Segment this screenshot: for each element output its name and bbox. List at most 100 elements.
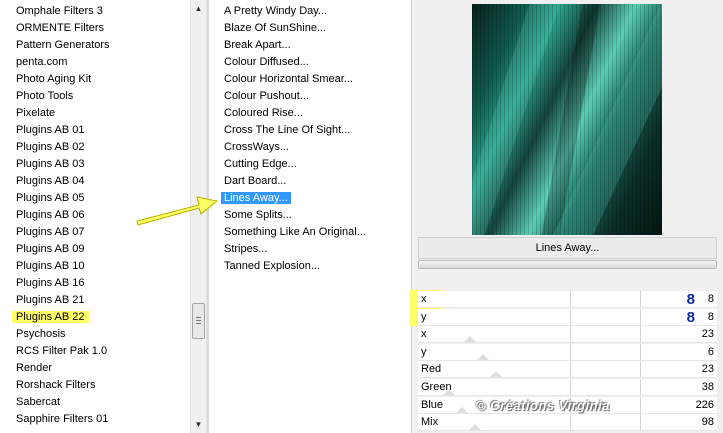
filter-item[interactable]: A Pretty Windy Day...: [224, 3, 327, 20]
filter-item[interactable]: Blaze Of SunShine...: [224, 20, 326, 37]
category-item[interactable]: Psychosis: [16, 326, 66, 343]
filter-item[interactable]: Colour Horizontal Smear...: [224, 71, 353, 88]
filter-item-label: Colour Pushout...: [224, 90, 309, 102]
param-row[interactable]: Red 23: [418, 361, 717, 379]
category-item-label: Plugins AB 09: [16, 243, 85, 255]
category-item[interactable]: Photo Tools: [16, 88, 73, 105]
filter-item[interactable]: Cutting Edge...: [224, 156, 297, 173]
filter-item-label: CrossWays...: [224, 141, 289, 153]
category-item[interactable]: penta.com: [16, 54, 67, 71]
category-item[interactable]: Photo Aging Kit: [16, 71, 91, 88]
filter-item[interactable]: Something Like An Original...: [224, 224, 366, 241]
slider-tick: [570, 361, 571, 378]
filter-item-label: Tanned Explosion...: [224, 260, 321, 272]
filter-item[interactable]: Break Apart...: [224, 37, 291, 54]
slider-tick: [640, 343, 641, 360]
category-list[interactable]: Omphale Filters 3 ORMENTE Filters Pattern …: [0, 0, 190, 433]
scrollbar-thumb[interactable]: [192, 303, 205, 339]
filter-item[interactable]: Coloured Rise...: [224, 105, 303, 122]
param-row[interactable]: y 88: [418, 308, 717, 326]
filter-item[interactable]: Dart Board...: [224, 173, 286, 190]
filter-item[interactable]: Tanned Explosion...: [224, 258, 320, 275]
category-item[interactable]: Sabercat: [16, 394, 60, 411]
param-value[interactable]: 23: [702, 361, 714, 378]
slider-tick: [570, 326, 571, 343]
category-item[interactable]: Omphale Filters 3: [16, 3, 103, 20]
param-value[interactable]: 23: [702, 326, 714, 343]
category-item[interactable]: Plugins AB 09: [16, 241, 85, 258]
param-value[interactable]: 38: [702, 379, 714, 396]
filter-item-label: Coloured Rise...: [224, 107, 303, 119]
param-label: x: [421, 328, 427, 341]
filter-item[interactable]: Lines Away...: [221, 190, 291, 207]
filter-item[interactable]: Cross The Line Of Sight...: [224, 122, 350, 139]
category-item-label: Omphale Filters 3: [16, 5, 103, 17]
param-row[interactable]: y6: [418, 343, 717, 361]
category-item-label: Plugins AB 07: [16, 226, 85, 238]
filter-list[interactable]: A Pretty Windy Day... Blaze Of SunShine..…: [209, 0, 411, 433]
filter-item[interactable]: Colour Diffused...: [224, 54, 309, 71]
param-value[interactable]: 6: [708, 344, 714, 361]
category-item[interactable]: Plugins AB 04: [16, 173, 85, 190]
category-item-label: Plugins AB 01: [16, 124, 85, 136]
category-item-label: Plugins AB 02: [16, 141, 85, 153]
category-item[interactable]: Rorshack Filters: [16, 377, 95, 394]
arrow-down-icon[interactable]: ▼: [191, 416, 206, 433]
category-item[interactable]: Plugins AB 21: [16, 292, 85, 309]
slider-tick: [640, 291, 641, 307]
category-item-label: Pixelate: [16, 107, 56, 119]
filter-item[interactable]: Colour Pushout...: [224, 88, 309, 105]
filter-name-label: Lines Away...: [418, 237, 717, 259]
category-item[interactable]: Pattern Generators: [16, 37, 110, 54]
param-value[interactable]: 226: [696, 397, 714, 414]
filter-item-label: Cross The Line Of Sight...: [224, 124, 351, 136]
filter-item[interactable]: Stripes...: [224, 241, 267, 258]
category-item[interactable]: Plugins AB 06: [16, 207, 85, 224]
param-row[interactable]: x 88: [418, 291, 717, 308]
param-label: Mix: [421, 416, 439, 429]
category-item[interactable]: Plugins AB 10: [16, 258, 85, 275]
settings-pane: Lines Away... x 8 8 y 8 8 x 23 y 6 Red 23 Green 38 Blu…: [410, 0, 723, 433]
category-item[interactable]: Plugins AB 03: [16, 156, 85, 173]
param-label: x: [421, 293, 427, 305]
param-value[interactable]: 98: [702, 414, 714, 431]
slider-marker: [490, 371, 502, 378]
filter-item[interactable]: CrossWays...: [224, 139, 289, 156]
category-item[interactable]: Plugins AB 16: [16, 275, 85, 292]
category-item-label: Pattern Generators: [16, 39, 110, 51]
filter-item[interactable]: Some Splits...: [224, 207, 292, 224]
category-item[interactable]: Pixelate: [16, 105, 55, 122]
category-item[interactable]: Plugins AB 01: [16, 122, 85, 139]
param-value[interactable]: 8: [708, 309, 714, 326]
param-label: Red: [421, 363, 442, 376]
param-row[interactable]: x 23: [418, 326, 717, 344]
category-item[interactable]: Render: [16, 360, 52, 377]
param-big-value: 8: [686, 308, 695, 326]
category-item[interactable]: ORMENTE Filters: [16, 20, 104, 37]
param-row[interactable]: Green 38: [418, 379, 717, 396]
slider-marker: [456, 406, 468, 413]
filter-item-label: Lines Away...: [221, 192, 291, 204]
slider-marker: [469, 424, 481, 431]
category-item[interactable]: RCS Filter Pak 1.0: [16, 343, 107, 360]
category-item[interactable]: Plugins AB 05: [16, 190, 85, 207]
param-label: y: [421, 345, 427, 358]
param-value[interactable]: 8: [708, 291, 714, 308]
category-scrollbar[interactable]: ▲ ▼: [190, 0, 207, 433]
param-big-value: 8: [686, 291, 695, 308]
category-item[interactable]: Plugins AB 22: [12, 309, 89, 326]
category-item[interactable]: Plugins AB 07: [16, 224, 85, 241]
category-item-label: Plugins AB 03: [16, 158, 85, 170]
category-item-label: Plugins AB 04: [16, 175, 85, 187]
filter-preview-image: [472, 4, 662, 235]
param-label: y: [421, 310, 427, 323]
category-item[interactable]: Sapphire Filters 01: [16, 411, 108, 428]
param-row[interactable]: Mix 98: [418, 414, 717, 432]
slider-tick: [570, 308, 571, 325]
category-item-label: Sapphire Filters 01: [16, 413, 109, 425]
category-item-label: Plugins AB 10: [16, 260, 85, 272]
category-item[interactable]: Plugins AB 02: [16, 139, 85, 156]
category-item-label: Photo Aging Kit: [16, 73, 92, 85]
arrow-up-icon[interactable]: ▲: [191, 0, 206, 17]
slider-tick: [640, 361, 641, 378]
